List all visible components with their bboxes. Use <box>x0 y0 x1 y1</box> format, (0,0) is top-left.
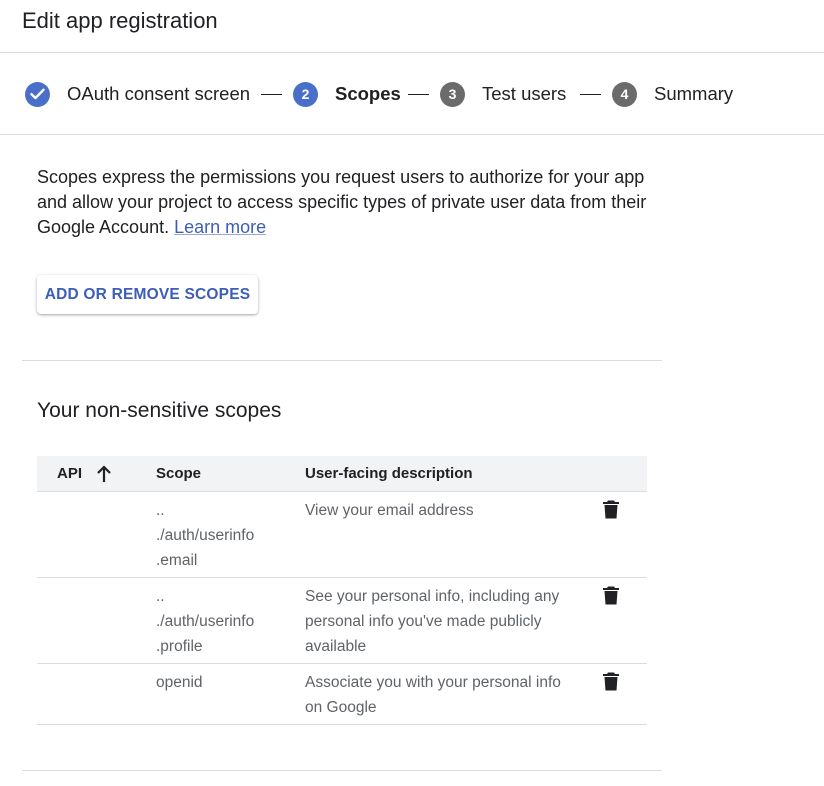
check-icon <box>25 81 50 107</box>
scopes-table: API Scope User-facing description .. ./a… <box>37 456 647 725</box>
arrow-upward-icon <box>97 465 111 482</box>
description-cell: View your email address <box>305 502 474 519</box>
step-summary[interactable]: 4 Summary <box>612 81 733 107</box>
description-text: Scopes express the permissions you reque… <box>37 167 647 237</box>
step-scopes[interactable]: 2 Scopes <box>293 81 401 107</box>
step-label: Summary <box>654 83 734 104</box>
trash-icon[interactable] <box>603 672 619 699</box>
scope-line: openid <box>156 674 203 691</box>
step-number: 3 <box>440 81 465 107</box>
section-divider <box>22 770 662 771</box>
scope-line: ./auth/userinfo <box>156 613 255 630</box>
table-row: openid Associate you with your personal … <box>37 664 647 725</box>
page-header: Edit app registration <box>0 0 824 53</box>
add-or-remove-scopes-button[interactable]: ADD OR REMOVE SCOPES <box>37 275 258 314</box>
step-connector <box>261 94 282 95</box>
page-title: Edit app registration <box>22 8 218 33</box>
scopes-description: Scopes express the permissions you reque… <box>37 165 647 240</box>
step-number: 4 <box>612 81 637 107</box>
section-divider <box>22 360 662 361</box>
trash-icon[interactable] <box>603 586 619 613</box>
scope-line: .. <box>156 502 165 519</box>
scope-line: .. <box>156 588 165 605</box>
step-connector <box>408 94 429 95</box>
step-connector <box>580 94 601 95</box>
scope-cell: .. ./auth/userinfo .email <box>156 498 286 573</box>
scope-cell: .. ./auth/userinfo .profile <box>156 584 286 659</box>
column-header-api[interactable]: API <box>57 464 112 484</box>
step-oauth-consent-screen[interactable]: OAuth consent screen <box>25 81 250 107</box>
trash-icon[interactable] <box>603 500 619 527</box>
column-header-description: User-facing description <box>305 465 473 482</box>
table-row: .. ./auth/userinfo .email View your emai… <box>37 492 647 578</box>
section-title: Your non-sensitive scopes <box>37 399 282 422</box>
table-header: API Scope User-facing description <box>37 456 647 492</box>
step-label: Test users <box>482 83 567 104</box>
step-label: Scopes <box>335 83 401 104</box>
scope-line: .email <box>156 552 198 569</box>
scope-line: ./auth/userinfo <box>156 527 255 544</box>
scope-cell: openid <box>156 670 286 695</box>
scope-line: .profile <box>156 638 203 655</box>
stepper: OAuth consent screen 2 Scopes 3 Test use… <box>0 53 824 135</box>
learn-more-link[interactable]: Learn more <box>174 217 266 237</box>
column-header-scope: Scope <box>156 465 202 482</box>
table-row: .. ./auth/userinfo .profile See your per… <box>37 578 647 664</box>
description-cell: See your personal info, including any pe… <box>305 588 560 655</box>
step-test-users[interactable]: 3 Test users <box>440 81 566 107</box>
step-label: OAuth consent screen <box>67 83 251 104</box>
column-label: API <box>57 465 83 482</box>
step-number: 2 <box>293 81 318 107</box>
description-cell: Associate you with your personal info on… <box>305 674 561 716</box>
